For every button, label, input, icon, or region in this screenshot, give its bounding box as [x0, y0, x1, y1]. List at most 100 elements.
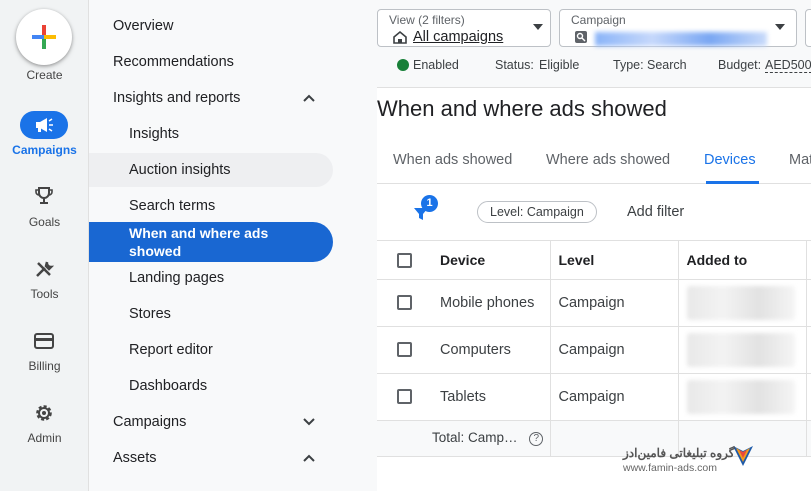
- rail-item-goals[interactable]: Goals: [0, 183, 89, 243]
- total-label: Total: Camp…: [432, 430, 518, 446]
- level-value: Campaign: [558, 341, 625, 358]
- chevron-down-icon: [775, 24, 785, 30]
- total-label-cell: Total: Camp… ?: [432, 420, 550, 457]
- famin-logo-icon: [733, 446, 753, 466]
- budget-label: Budget:: [718, 58, 762, 72]
- nav-sidebar: Overview Recommendations Insights and re…: [89, 0, 377, 491]
- added-to-cell: [678, 279, 807, 327]
- nav-item-search-terms[interactable]: Search terms: [89, 189, 377, 223]
- added-to-cell: [678, 326, 807, 374]
- row-select-cell: [377, 373, 432, 421]
- chevron-up-icon: [303, 94, 315, 102]
- view-value: All campaigns: [413, 29, 504, 45]
- added-to-cell: [678, 373, 807, 421]
- nav-item-insights-reports[interactable]: Insights and reports: [89, 81, 377, 115]
- tab-when-ads-showed[interactable]: When ads showed: [393, 152, 512, 168]
- device-cell: Computers: [432, 326, 551, 374]
- view-label: View (2 filters): [389, 13, 465, 27]
- left-rail: Create Campaigns Goals Tools Billing Adm…: [0, 0, 89, 491]
- add-filter-button[interactable]: Add filter: [627, 204, 684, 220]
- nav-item-label: Assets: [113, 450, 157, 466]
- nav-item-stores[interactable]: Stores: [89, 297, 377, 331]
- added-to-redacted: [686, 379, 795, 414]
- campaign-label: Campaign: [571, 13, 626, 27]
- nav-item-overview[interactable]: Overview: [89, 9, 377, 43]
- rail-item-admin[interactable]: Admin: [0, 401, 89, 461]
- table-row: Mobile phones Campaign: [377, 279, 811, 327]
- enabled-dot-icon: [397, 59, 409, 71]
- level-cell: Campaign: [550, 279, 679, 327]
- main-content: View (2 filters) All campaigns Campaign …: [377, 0, 811, 491]
- table-header-row: Device Level Added to: [377, 241, 811, 280]
- header-added-to[interactable]: Added to: [678, 241, 807, 280]
- budget-value[interactable]: AED500: [765, 58, 811, 73]
- famin-ads-watermark: گروه تبلیغاتی فامین‌ادز www.famin-ads.co…: [595, 442, 765, 476]
- added-to-redacted: [686, 285, 795, 320]
- nav-item-dashboards[interactable]: Dashboards: [89, 369, 377, 403]
- rail-item-tools[interactable]: Tools: [0, 256, 89, 316]
- select-all-cell: [377, 241, 432, 280]
- rail-item-billing[interactable]: Billing: [0, 329, 89, 389]
- added-to-redacted: [686, 332, 795, 367]
- device-cell: Tablets: [432, 373, 551, 421]
- rail-label-tools: Tools: [30, 287, 59, 301]
- home-icon: [393, 30, 407, 44]
- select-all-checkbox[interactable]: [397, 253, 412, 269]
- chevron-up-icon: [303, 454, 315, 462]
- nav-item-when-where[interactable]: When and where ads showed: [89, 222, 333, 262]
- header-device[interactable]: Device: [432, 241, 551, 280]
- level-filter-chip[interactable]: Level: Campaign: [477, 201, 597, 223]
- megaphone-icon: [36, 118, 53, 132]
- level-value: Campaign: [558, 294, 625, 311]
- more-cell: [806, 279, 811, 327]
- nav-item-assets[interactable]: Assets: [89, 441, 377, 475]
- extra-selector[interactable]: [805, 9, 811, 47]
- nav-item-label: Insights and reports: [113, 90, 241, 106]
- nav-item-landing-pages[interactable]: Landing pages: [89, 261, 377, 295]
- nav-item-recommendations[interactable]: Recommendations: [89, 45, 377, 79]
- rail-label-admin: Admin: [27, 431, 62, 445]
- row-checkbox[interactable]: [397, 295, 412, 311]
- rail-item-campaigns[interactable]: Campaigns: [0, 108, 89, 168]
- row-checkbox[interactable]: [397, 342, 412, 358]
- filter-bar: 1 Level: Campaign Add filter: [377, 184, 811, 241]
- rail-label-billing: Billing: [28, 359, 61, 373]
- status-value: Eligible: [539, 58, 580, 72]
- header-level[interactable]: Level: [550, 241, 679, 280]
- device-name: Tablets: [440, 388, 486, 405]
- credit-card-icon: [34, 333, 54, 349]
- create-label: Create: [26, 68, 63, 82]
- tab-devices[interactable]: Devices: [704, 152, 756, 168]
- tab-more[interactable]: Mat: [789, 152, 811, 168]
- more-cell: [806, 326, 811, 374]
- campaign-name-redacted: [595, 32, 767, 46]
- level-cell: Campaign: [550, 373, 679, 421]
- help-icon[interactable]: ?: [529, 431, 544, 446]
- rail-label-campaigns: Campaigns: [12, 143, 77, 157]
- row-checkbox[interactable]: [397, 389, 412, 405]
- create-button[interactable]: [16, 9, 72, 65]
- campaign-selector[interactable]: Campaign: [559, 9, 797, 47]
- page-title: When and where ads showed: [377, 96, 667, 121]
- header-level-label: Level: [558, 251, 595, 268]
- campaign-status-row: Enabled Status: Eligible Type: Search Bu…: [377, 55, 811, 77]
- gear-icon: [36, 405, 52, 421]
- table-row: Tablets Campaign: [377, 373, 811, 421]
- status-label: Status:: [495, 58, 534, 72]
- tools-icon: [36, 261, 55, 277]
- device-cell: Mobile phones: [432, 279, 551, 327]
- chevron-down-icon: [303, 418, 315, 426]
- tab-where-ads-showed[interactable]: Where ads showed: [546, 152, 670, 168]
- level-value: Campaign: [558, 388, 625, 405]
- top-filter-bar: View (2 filters) All campaigns Campaign …: [377, 0, 811, 88]
- trophy-icon: [35, 187, 53, 204]
- watermark-title: گروه تبلیغاتی فامین‌ادز: [623, 446, 735, 460]
- nav-item-insights[interactable]: Insights: [89, 117, 377, 151]
- nav-item-report-editor[interactable]: Report editor: [89, 333, 377, 367]
- type-label: Type:: [613, 58, 644, 72]
- nav-item-campaigns[interactable]: Campaigns: [89, 405, 377, 439]
- level-cell: Campaign: [550, 326, 679, 374]
- view-selector[interactable]: View (2 filters) All campaigns: [377, 9, 551, 47]
- table-row: Computers Campaign: [377, 326, 811, 374]
- nav-item-auction-insights[interactable]: Auction insights: [89, 153, 377, 187]
